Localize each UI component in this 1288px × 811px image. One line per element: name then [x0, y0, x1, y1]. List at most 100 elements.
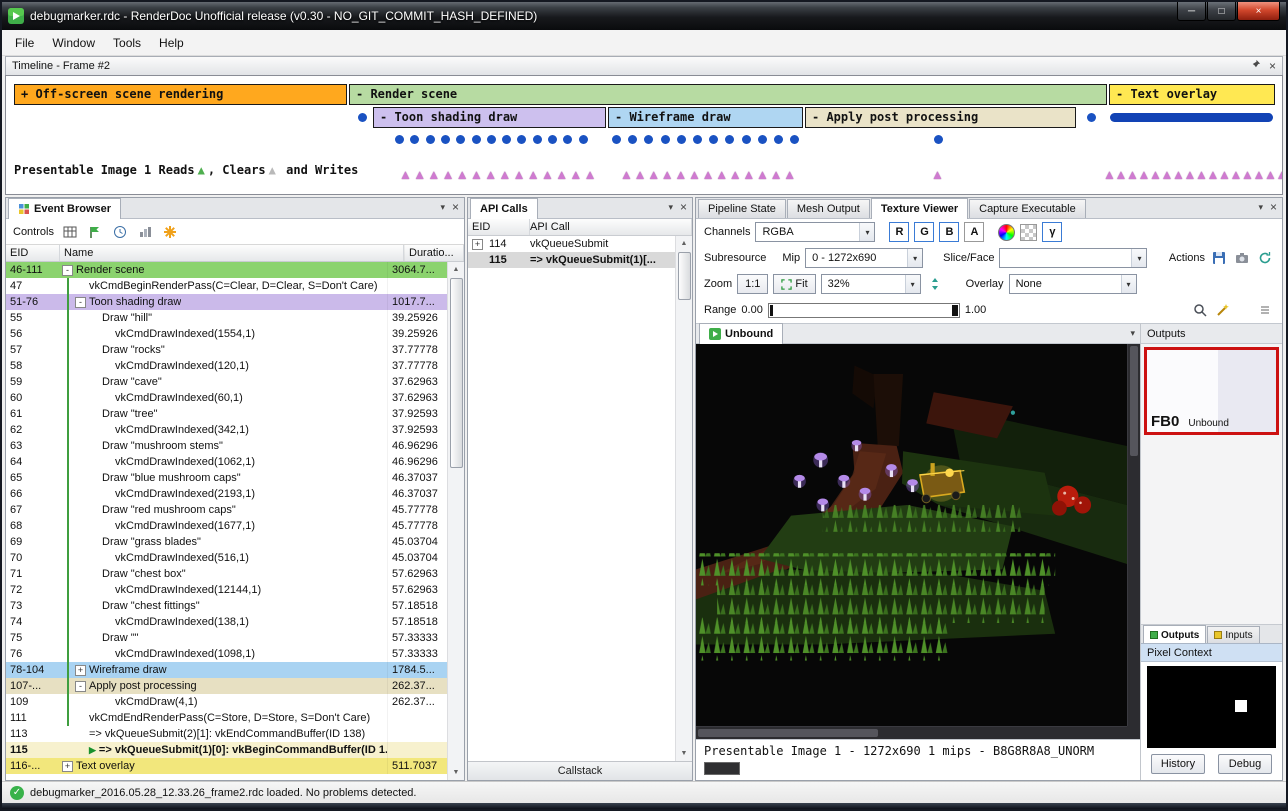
scroll-down-icon[interactable]: ▼ — [681, 746, 688, 761]
range-slider[interactable] — [768, 303, 960, 318]
time-durations-clock-icon[interactable] — [111, 223, 129, 241]
usage-triangle-icon[interactable]: ▲ — [931, 168, 944, 181]
close-button[interactable]: × — [1237, 2, 1280, 21]
timeline-canvas[interactable]: + Off-screen scene rendering - Render sc… — [5, 75, 1283, 195]
event-row[interactable]: 46-111 - Render scene 3064.7... — [6, 262, 447, 278]
event-row[interactable]: 58 vkCmdDrawIndexed(120,1) 37.77778 — [6, 358, 447, 374]
menu-item[interactable]: Tools — [104, 32, 150, 54]
zoom-fit-button[interactable]: Fit — [773, 274, 815, 294]
tree-expander[interactable] — [88, 345, 99, 356]
tab-inputs[interactable]: Inputs — [1207, 626, 1259, 643]
event-row[interactable]: 47 vkCmdBeginRenderPass(C=Clear, D=Clear… — [6, 278, 447, 294]
tab-api-calls[interactable]: API Calls — [470, 198, 538, 219]
callstack-section[interactable]: Callstack — [468, 761, 692, 780]
tree-expander[interactable] — [101, 489, 112, 500]
texture-vertical-scrollbar[interactable] — [1127, 344, 1140, 726]
tree-expander[interactable] — [88, 409, 99, 420]
color-wheel-icon[interactable] — [998, 224, 1015, 241]
event-row[interactable]: 56 vkCmdDrawIndexed(1554,1) 39.25926 — [6, 326, 447, 342]
usage-triangle-icon[interactable]: ▲ — [541, 168, 554, 181]
history-button[interactable]: History — [1151, 754, 1205, 774]
event-row[interactable]: 107-... - Apply post processing 262.37..… — [6, 678, 447, 694]
channels-dropdown[interactable]: RGBA ▾ — [755, 222, 875, 242]
goto-flag-icon[interactable] — [86, 223, 104, 241]
timeline-event-dot[interactable] — [441, 135, 450, 144]
tree-expander[interactable] — [88, 633, 99, 644]
usage-triangle-icon[interactable]: ▲ — [456, 168, 469, 181]
chevron-down-icon[interactable]: ▾ — [1130, 328, 1135, 339]
usage-triangle-icon[interactable]: ▲ — [569, 168, 582, 181]
usage-triangle-icon[interactable]: ▲ — [620, 168, 633, 181]
usage-triangle-icon[interactable]: ▲ — [527, 168, 540, 181]
zoom-range-magnifier-icon[interactable] — [1191, 301, 1209, 319]
timeline-event-dot[interactable] — [1087, 113, 1096, 122]
timeline-event-dot[interactable] — [774, 135, 783, 144]
event-row[interactable]: 72 vkCmdDrawIndexed(12144,1) 57.62963 — [6, 582, 447, 598]
tree-expander[interactable] — [75, 745, 86, 756]
channel-alpha-toggle[interactable]: A — [964, 222, 984, 242]
tree-expander[interactable] — [88, 473, 99, 484]
event-row[interactable]: 55 Draw "hill" 39.25926 — [6, 310, 447, 326]
event-row[interactable]: 116-... + Text overlay 511.7037 — [6, 758, 447, 774]
tree-expander[interactable] — [472, 255, 483, 266]
timeline-event-dot[interactable] — [456, 135, 465, 144]
usage-triangle-icon[interactable]: ▲ — [661, 168, 674, 181]
timeline-event-dot[interactable] — [742, 135, 751, 144]
range-handle-white[interactable] — [952, 305, 958, 316]
channel-green-toggle[interactable]: G — [914, 222, 934, 242]
pin-icon[interactable] — [1250, 59, 1261, 73]
column-api-call[interactable]: API Call — [530, 219, 692, 235]
tree-expander[interactable] — [88, 569, 99, 580]
tree-expander[interactable]: - — [62, 265, 73, 276]
event-row[interactable]: 67 Draw "red mushroom caps" 45.77778 — [6, 502, 447, 518]
event-row[interactable]: 111 vkCmdEndRenderPass(C=Store, D=Store,… — [6, 710, 447, 726]
timeline-event-dot[interactable] — [410, 135, 419, 144]
tree-expander[interactable] — [88, 537, 99, 548]
timeline-event-dot[interactable] — [579, 135, 588, 144]
timeline-event-dot[interactable] — [709, 135, 718, 144]
close-icon[interactable]: × — [1270, 200, 1277, 214]
menu-item[interactable]: File — [6, 32, 43, 54]
tab-unbound-texture[interactable]: Unbound — [699, 323, 783, 344]
scroll-up-icon[interactable]: ▲ — [681, 236, 688, 251]
tree-expander[interactable]: - — [75, 297, 86, 308]
scroll-up-icon[interactable]: ▲ — [453, 262, 460, 277]
tree-expander[interactable] — [101, 393, 112, 404]
usage-triangle-icon[interactable]: ▲ — [742, 168, 755, 181]
event-row[interactable]: 64 vkCmdDrawIndexed(1062,1) 46.96296 — [6, 454, 447, 470]
event-row[interactable]: 115 ▶ => vkQueueSubmit(1)[0]: vkBeginCom… — [6, 742, 447, 758]
autofit-wand-icon[interactable] — [1214, 301, 1232, 319]
timeline-event-dot[interactable] — [693, 135, 702, 144]
usage-triangle-icon[interactable]: ▲ — [1276, 168, 1284, 181]
timeline-marker-block[interactable]: - Text overlay — [1109, 84, 1275, 105]
mip-dropdown[interactable]: 0 - 1272x690 ▾ — [805, 248, 923, 268]
timeline-event-dot[interactable] — [563, 135, 572, 144]
column-eid[interactable]: EID — [468, 219, 530, 235]
timeline-event-dot[interactable] — [426, 135, 435, 144]
right-panel-tab[interactable]: Pipeline State — [698, 199, 786, 218]
api-calls-scrollbar[interactable]: ▲ ▼ — [675, 236, 692, 761]
tree-expander[interactable]: + — [75, 665, 86, 676]
tree-expander[interactable] — [88, 505, 99, 516]
timeline-marker-block[interactable]: + Off-screen scene rendering — [14, 84, 347, 105]
usage-triangle-icon[interactable]: ▲ — [674, 168, 687, 181]
usage-triangle-icon[interactable]: ▲ — [413, 168, 426, 181]
tree-expander[interactable] — [101, 617, 112, 628]
timeline-event-dot[interactable] — [677, 135, 686, 144]
event-row[interactable]: 73 Draw "chest fittings" 57.18518 — [6, 598, 447, 614]
tree-expander[interactable]: + — [472, 239, 483, 250]
texture-preview-image[interactable] — [696, 344, 1127, 726]
timeline-marker-block[interactable]: - Apply post processing — [805, 107, 1076, 128]
timeline-event-dot[interactable] — [644, 135, 653, 144]
usage-triangle-icon[interactable]: ▲ — [783, 168, 796, 181]
timeline-marker-block[interactable]: - Wireframe draw — [608, 107, 803, 128]
event-row[interactable]: 61 Draw "tree" 37.92593 — [6, 406, 447, 422]
usage-triangle-icon[interactable]: ▲ — [427, 168, 440, 181]
close-icon[interactable]: × — [680, 200, 687, 214]
flip-y-icon[interactable] — [926, 275, 944, 293]
maximize-button[interactable]: □ — [1207, 2, 1236, 21]
debug-button[interactable]: Debug — [1218, 754, 1272, 774]
event-row[interactable]: 71 Draw "chest box" 57.62963 — [6, 566, 447, 582]
tree-expander[interactable] — [88, 377, 99, 388]
slice-face-dropdown[interactable]: ▾ — [999, 248, 1147, 268]
